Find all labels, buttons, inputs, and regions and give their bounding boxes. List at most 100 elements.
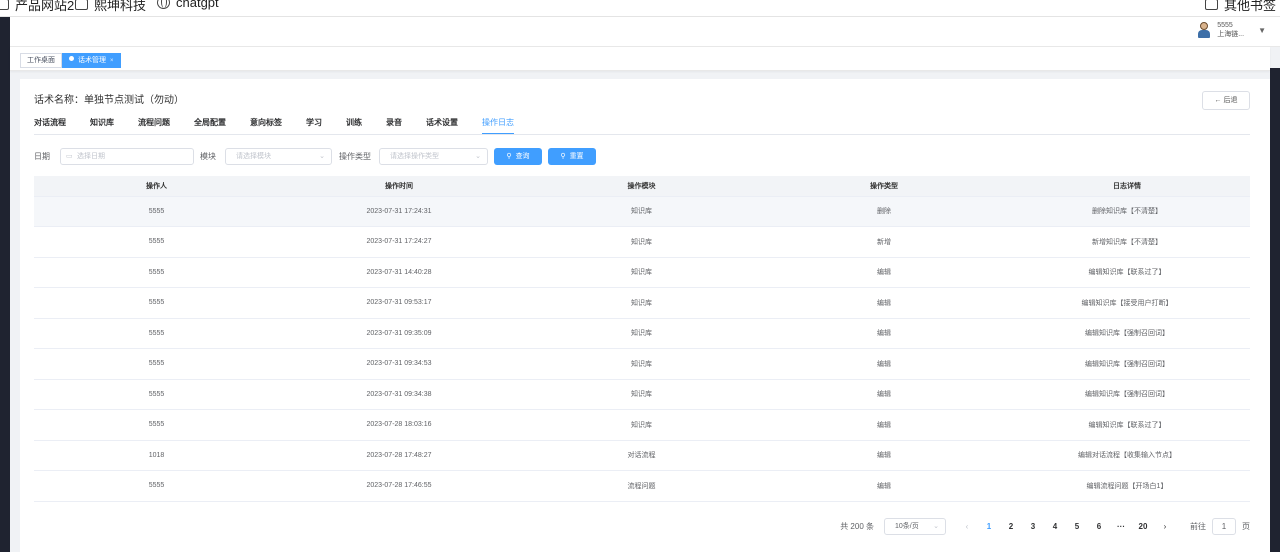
page-number[interactable]: 2 bbox=[1000, 522, 1022, 531]
operator-cell: 5555 bbox=[34, 196, 279, 227]
next-page-button[interactable]: › bbox=[1154, 522, 1176, 531]
operator-cell: 5555 bbox=[34, 318, 279, 349]
detail-cell: 编辑知识库【接受用户打断】 bbox=[1004, 287, 1250, 319]
tag-label: 工作桌面 bbox=[27, 57, 55, 64]
tab-training[interactable]: 训练 bbox=[346, 117, 362, 134]
search-icon: ⚲ bbox=[506, 153, 512, 160]
left-sidebar bbox=[0, 17, 10, 552]
tab-bar: 对话流程 知识库 流程问题 全局配置 意向标签 学习 训练 录音 话术设置 操作… bbox=[34, 117, 514, 135]
operation-log-table: 操作人 操作时间 操作模块 操作类型 日志详情 5555 2023-07-31 … bbox=[34, 176, 1250, 502]
operator-cell: 5555 bbox=[34, 470, 279, 502]
page-number[interactable]: 4 bbox=[1044, 522, 1066, 531]
page-number[interactable]: 20 bbox=[1132, 522, 1154, 531]
time-cell: 2023-07-28 17:48:27 bbox=[279, 440, 519, 471]
time-cell: 2023-07-31 17:24:27 bbox=[279, 226, 519, 258]
tab-global-config[interactable]: 全局配置 bbox=[194, 117, 226, 134]
detail-cell: 编辑知识库【强制召回词】 bbox=[1004, 348, 1250, 380]
table-row[interactable]: 5555 2023-07-31 09:34:53 知识库 编辑 编辑知识库【强制… bbox=[34, 348, 1250, 380]
module-cell: 知识库 bbox=[519, 409, 764, 441]
tags-view: 工作桌面 话术管理 × bbox=[10, 47, 1270, 71]
time-cell: 2023-07-31 09:34:38 bbox=[279, 379, 519, 410]
bookmark-other[interactable]: 其他书签 bbox=[1205, 0, 1276, 14]
tab-intent-tags[interactable]: 意向标签 bbox=[250, 117, 282, 134]
bookmark-chatgpt[interactable]: chatgpt bbox=[157, 0, 219, 10]
avatar bbox=[1197, 21, 1211, 39]
page-size-select[interactable]: 10条/页 ⌄ bbox=[884, 517, 946, 535]
detail-cell: 新增知识库【不清楚】 bbox=[1004, 226, 1250, 258]
user-menu[interactable]: 5555 上海链... ▼ bbox=[1197, 21, 1266, 39]
table-row[interactable]: 5555 2023-07-31 09:53:17 知识库 编辑 编辑知识库【接受… bbox=[34, 287, 1250, 319]
more-pages-button[interactable]: ··· bbox=[1110, 522, 1132, 531]
tag-workspace[interactable]: 工作桌面 bbox=[20, 53, 62, 68]
pagination: 共 200 条 10条/页 ⌄ ‹ 1 2 3 4 5 6 ··· 20 › 前… bbox=[840, 517, 1250, 535]
goto-page-input[interactable]: 1 bbox=[1212, 517, 1236, 535]
operator-cell: 5555 bbox=[34, 226, 279, 258]
filter-bar: 日期 ▭ 选择日期 模块 请选择模块 ⌄ 操作类型 请选择操作类型 ⌄ ⚲ 查询 … bbox=[34, 148, 1250, 166]
calendar-icon: ▭ bbox=[66, 153, 73, 160]
table-row[interactable]: 5555 2023-07-31 09:35:09 知识库 编辑 编辑知识库【强制… bbox=[34, 318, 1250, 349]
reset-button[interactable]: ⚲ 重置 bbox=[548, 148, 596, 165]
time-cell: 2023-07-31 09:53:17 bbox=[279, 287, 519, 319]
type-cell: 编辑 bbox=[764, 257, 1004, 288]
back-button[interactable]: ← 后退 bbox=[1202, 91, 1250, 110]
page-title: 话术名称：单独节点测试（勿动） bbox=[34, 95, 184, 106]
date-placeholder: 选择日期 bbox=[77, 153, 105, 160]
column-header[interactable]: 日志详情 bbox=[1004, 176, 1250, 197]
table-header: 操作人 操作时间 操作模块 操作类型 日志详情 bbox=[34, 176, 1250, 197]
bookmark-label: 产品网站2 bbox=[15, 0, 75, 13]
table-row[interactable]: 1018 2023-07-28 17:48:27 对话流程 编辑 编辑对话流程【… bbox=[34, 440, 1250, 471]
page-number[interactable]: 5 bbox=[1066, 522, 1088, 531]
tab-dialog-flow[interactable]: 对话流程 bbox=[34, 117, 66, 134]
bookmark-label: 其他书签 bbox=[1224, 0, 1277, 13]
bookmark-label: 熙坤科技 bbox=[94, 0, 147, 13]
tab-script-settings[interactable]: 话术设置 bbox=[426, 117, 458, 134]
date-picker[interactable]: ▭ 选择日期 bbox=[60, 148, 194, 165]
column-header[interactable]: 操作人 bbox=[34, 176, 279, 197]
search-button-label: 查询 bbox=[515, 153, 530, 160]
search-icon: ⚲ bbox=[560, 153, 566, 160]
table-row[interactable]: 5555 2023-07-31 17:24:31 知识库 删除 删除知识库【不清… bbox=[34, 196, 1250, 227]
tab-operation-log[interactable]: 操作日志 bbox=[482, 117, 514, 135]
operator-cell: 5555 bbox=[34, 348, 279, 380]
operator-cell: 5555 bbox=[34, 409, 279, 441]
column-header[interactable]: 操作类型 bbox=[764, 176, 1004, 197]
prev-page-button[interactable]: ‹ bbox=[956, 522, 978, 531]
module-cell: 对话流程 bbox=[519, 440, 764, 471]
detail-cell: 编辑知识库【强制召回词】 bbox=[1004, 379, 1250, 410]
total-count: 共 200 条 bbox=[840, 521, 874, 531]
caret-down-icon[interactable]: ▼ bbox=[1258, 26, 1266, 35]
table-row[interactable]: 5555 2023-07-31 09:34:38 知识库 编辑 编辑知识库【强制… bbox=[34, 379, 1250, 410]
page-number[interactable]: 1 bbox=[978, 522, 1000, 531]
folder-icon bbox=[0, 0, 9, 10]
close-icon[interactable]: × bbox=[110, 58, 114, 64]
page-number[interactable]: 3 bbox=[1022, 522, 1044, 531]
table-row[interactable]: 5555 2023-07-28 18:03:16 知识库 编辑 编辑知识库【联系… bbox=[34, 409, 1250, 441]
page-size-value: 10条/页 bbox=[895, 522, 919, 530]
table-row[interactable]: 5555 2023-07-31 14:40:28 知识库 编辑 编辑知识库【联系… bbox=[34, 257, 1250, 288]
tab-learning[interactable]: 学习 bbox=[306, 117, 322, 134]
bookmark-xikun[interactable]: 熙坤科技 bbox=[75, 0, 146, 14]
right-edge bbox=[1270, 68, 1280, 552]
type-select[interactable]: 请选择操作类型 ⌄ bbox=[379, 148, 488, 165]
table-row[interactable]: 5555 2023-07-28 17:46:55 流程问题 编辑 编辑流程问题【… bbox=[34, 470, 1250, 502]
tab-recording[interactable]: 录音 bbox=[386, 117, 402, 134]
time-cell: 2023-07-31 09:34:53 bbox=[279, 348, 519, 380]
tab-flow-questions[interactable]: 流程问题 bbox=[138, 117, 170, 134]
table-row[interactable]: 5555 2023-07-31 17:24:27 知识库 新增 新增知识库【不清… bbox=[34, 226, 1250, 258]
type-cell: 编辑 bbox=[764, 440, 1004, 471]
column-header[interactable]: 操作模块 bbox=[519, 176, 764, 197]
tag-script-management[interactable]: 话术管理 × bbox=[62, 53, 121, 68]
tab-knowledge-base[interactable]: 知识库 bbox=[90, 117, 114, 134]
folder-icon bbox=[75, 0, 88, 10]
bookmark-product-site[interactable]: 产品网站2 bbox=[0, 0, 74, 14]
tabs-divider bbox=[34, 134, 1250, 135]
module-select[interactable]: 请选择模块 ⌄ bbox=[225, 148, 332, 165]
time-cell: 2023-07-28 18:03:16 bbox=[279, 409, 519, 441]
page-number[interactable]: 6 bbox=[1088, 522, 1110, 531]
type-cell: 编辑 bbox=[764, 379, 1004, 410]
type-cell: 编辑 bbox=[764, 287, 1004, 319]
type-cell: 编辑 bbox=[764, 409, 1004, 441]
module-cell: 知识库 bbox=[519, 318, 764, 349]
column-header[interactable]: 操作时间 bbox=[279, 176, 519, 197]
search-button[interactable]: ⚲ 查询 bbox=[494, 148, 542, 165]
